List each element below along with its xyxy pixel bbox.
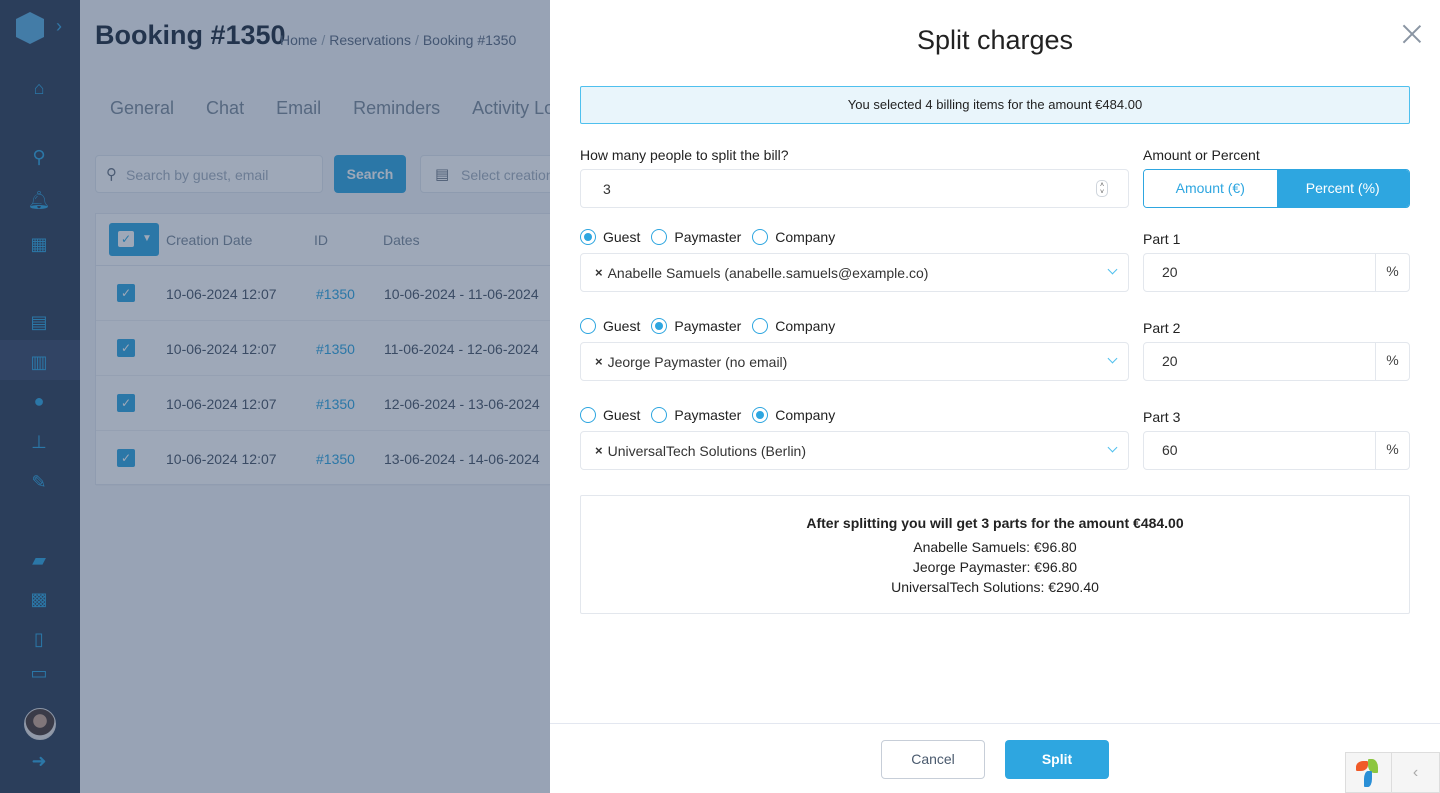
radio-company[interactable]: Company <box>752 229 835 245</box>
debug-toolbar: ‹ <box>1345 752 1440 793</box>
radio-paymaster[interactable]: Paymaster <box>651 229 741 245</box>
radio-guest[interactable]: Guest <box>580 229 640 245</box>
radio-label: Guest <box>603 229 641 245</box>
percent-suffix: % <box>1375 254 1409 291</box>
summary-line: Anabelle Samuels: €96.80 <box>913 539 1077 555</box>
split-button[interactable]: Split <box>1005 740 1109 779</box>
part-2-percent-input[interactable]: 20 % <box>1143 342 1410 381</box>
part-1-payer-select[interactable]: × Anabelle Samuels (anabelle.samuels@exa… <box>580 253 1129 292</box>
part-2-payer-value: Jeorge Paymaster (no email) <box>607 353 788 370</box>
clear-selection-icon[interactable]: × <box>595 443 603 458</box>
part-2-value[interactable]: 20 <box>1144 343 1375 380</box>
radio-label: Paymaster <box>674 229 742 245</box>
stepper-arrows-icon[interactable]: ˄ ˅ <box>1096 180 1108 197</box>
chevron-down-icon[interactable] <box>1107 442 1118 453</box>
part-2-label: Part 2 <box>1143 320 1181 336</box>
radio-guest[interactable]: Guest <box>580 318 640 334</box>
percent-suffix: % <box>1375 432 1409 469</box>
clear-selection-icon[interactable]: × <box>595 354 603 369</box>
part-1-percent-input[interactable]: 20 % <box>1143 253 1410 292</box>
part-1-type-radios: Guest Paymaster Company <box>580 229 846 245</box>
summary-heading: After splitting you will get 3 parts for… <box>806 515 1184 531</box>
radio-guest[interactable]: Guest <box>580 407 640 423</box>
people-count-stepper[interactable]: 3 ˄ ˅ <box>580 169 1129 208</box>
chevron-down-icon[interactable] <box>1107 264 1118 275</box>
part-1-payer-value: Anabelle Samuels (anabelle.samuels@examp… <box>607 264 929 281</box>
percent-suffix: % <box>1375 343 1409 380</box>
part-3-payer-select[interactable]: × UniversalTech Solutions (Berlin) <box>580 431 1129 470</box>
radio-label: Company <box>775 229 836 245</box>
radio-unchecked-icon[interactable] <box>752 318 769 334</box>
radio-unchecked-icon[interactable] <box>580 318 596 334</box>
selection-info-banner: You selected 4 billing items for the amo… <box>580 86 1410 124</box>
chevron-left-icon[interactable]: ‹ <box>1392 753 1439 792</box>
radio-unchecked-icon[interactable] <box>651 407 668 423</box>
radio-label: Company <box>775 318 836 334</box>
percent-option-button[interactable]: Percent (%) <box>1276 170 1409 207</box>
clear-selection-icon[interactable]: × <box>595 265 603 280</box>
part-3-type-radios: Guest Paymaster Company <box>580 407 846 423</box>
modal-title: Split charges <box>916 25 1074 55</box>
part-3-payer-value: UniversalTech Solutions (Berlin) <box>607 442 807 459</box>
part-3-percent-input[interactable]: 60 % <box>1143 431 1410 470</box>
part-2-type-radios: Guest Paymaster Company <box>580 318 846 334</box>
mode-label: Amount or Percent <box>1143 147 1260 163</box>
radio-unchecked-icon[interactable] <box>580 407 596 423</box>
radio-unchecked-icon[interactable] <box>651 229 668 245</box>
radio-label: Company <box>775 407 836 423</box>
modal-footer: Cancel Split <box>550 723 1440 793</box>
summary-line: UniversalTech Solutions: €290.40 <box>891 579 1099 595</box>
people-count-value: 3 <box>603 180 611 197</box>
yii-logo-icon[interactable] <box>1346 753 1392 793</box>
part-1-value[interactable]: 20 <box>1144 254 1375 291</box>
radio-paymaster[interactable]: Paymaster <box>651 407 741 423</box>
amount-option-button[interactable]: Amount (€) <box>1144 170 1277 207</box>
part-3-label: Part 3 <box>1143 409 1181 425</box>
radio-company[interactable]: Company <box>752 407 835 423</box>
split-charges-panel: Split charges You selected 4 billing ite… <box>550 0 1440 793</box>
radio-checked-icon[interactable] <box>651 318 668 334</box>
radio-unchecked-icon[interactable] <box>752 229 769 245</box>
radio-paymaster[interactable]: Paymaster <box>651 318 741 334</box>
split-summary: After splitting you will get 3 parts for… <box>580 495 1410 614</box>
amount-percent-toggle: Amount (€) Percent (%) <box>1143 169 1410 208</box>
radio-label: Guest <box>603 407 641 423</box>
radio-label: Guest <box>603 318 641 334</box>
people-count-label: How many people to split the bill? <box>580 147 789 163</box>
radio-checked-icon[interactable] <box>752 407 769 423</box>
close-icon[interactable] <box>1402 24 1422 44</box>
radio-label: Paymaster <box>674 407 742 423</box>
radio-label: Paymaster <box>674 318 742 334</box>
radio-checked-icon[interactable] <box>580 229 596 245</box>
summary-line: Jeorge Paymaster: €96.80 <box>912 559 1078 575</box>
part-2-payer-select[interactable]: × Jeorge Paymaster (no email) <box>580 342 1129 381</box>
chevron-down-icon[interactable] <box>1107 353 1118 364</box>
radio-company[interactable]: Company <box>752 318 835 334</box>
cancel-button[interactable]: Cancel <box>881 740 985 779</box>
part-3-value[interactable]: 60 <box>1144 432 1375 469</box>
part-1-label: Part 1 <box>1143 231 1181 247</box>
